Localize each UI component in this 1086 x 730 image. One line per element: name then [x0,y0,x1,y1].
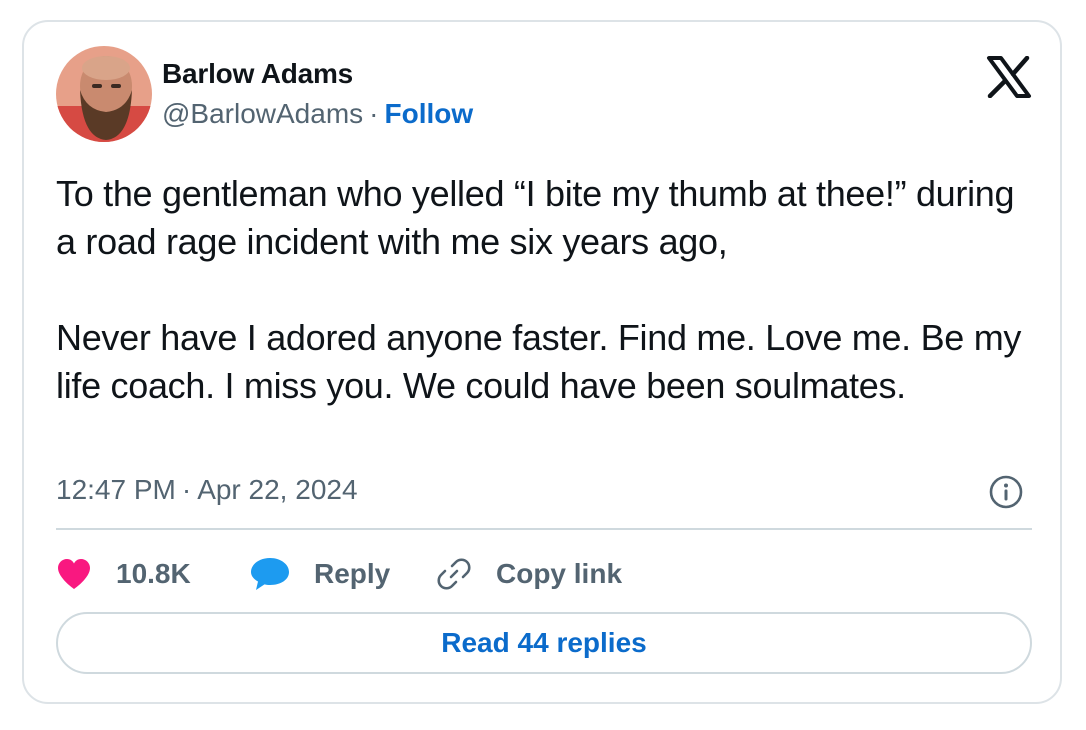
author-name[interactable]: Barlow Adams [162,58,353,90]
timestamp-separator: · [181,474,192,505]
link-icon [437,558,471,590]
like-button[interactable]: 10.8K [56,552,191,596]
author-handle-row: @BarlowAdams · Follow [162,98,473,130]
tweet-date: Apr 22, 2024 [197,474,358,505]
follow-button[interactable]: Follow [384,98,473,129]
reply-label: Reply [314,558,391,589]
avatar-image [56,46,152,142]
divider [56,528,1032,530]
tweet-paragraph: To the gentleman who yelled “I bite my t… [56,173,1015,262]
reply-button[interactable]: Reply [250,552,390,596]
avatar[interactable] [56,46,152,142]
handle-separator: · [369,98,379,129]
info-icon[interactable] [988,474,1024,510]
like-count: 10.8K [116,558,191,589]
tweet-text: To the gentleman who yelled “I bite my t… [56,170,1036,410]
copy-link-label: Copy link [496,558,623,589]
tweet-timestamp[interactable]: 12:47 PM · Apr 22, 2024 [56,474,358,506]
copy-link-button[interactable]: Copy link [436,552,622,596]
tweet-card: Barlow Adams @BarlowAdams · Follow To the … [22,20,1062,704]
tweet-paragraph: Never have I adored anyone faster. Find … [56,317,1022,406]
heart-icon [58,559,90,589]
tweet-time: 12:47 PM [56,474,176,505]
speech-bubble-icon [251,558,289,590]
x-logo-icon[interactable] [986,56,1032,98]
author-handle[interactable]: @BarlowAdams [162,98,363,129]
read-replies-button[interactable]: Read 44 replies [56,612,1032,674]
